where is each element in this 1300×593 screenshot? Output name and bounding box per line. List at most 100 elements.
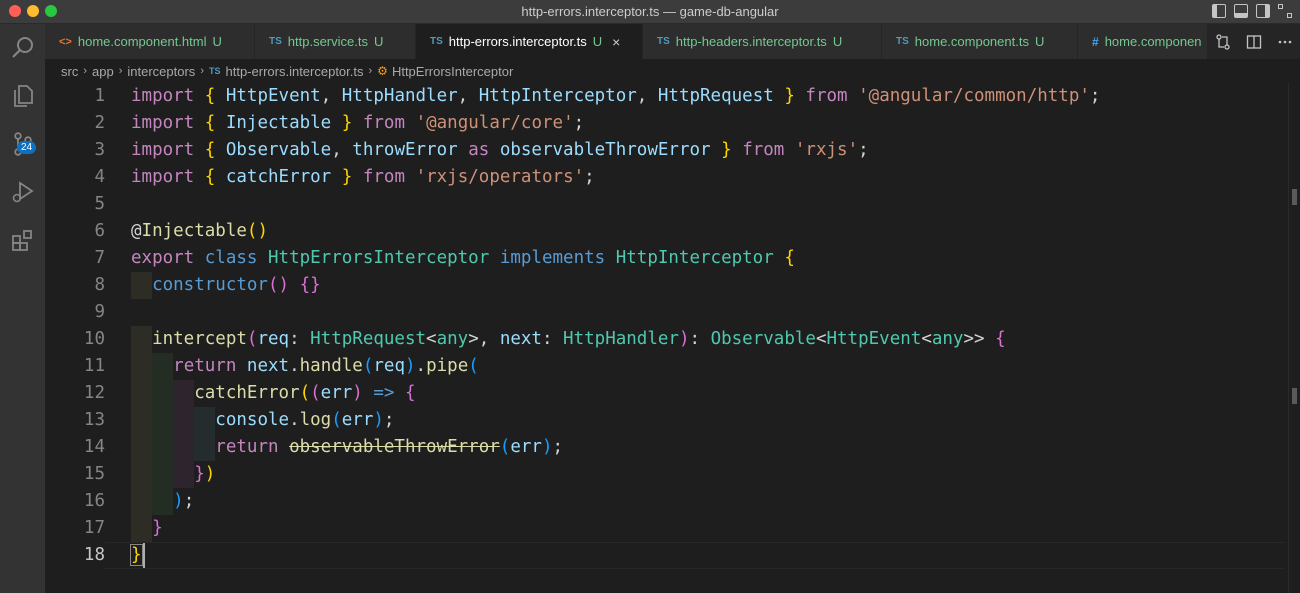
- code-line[interactable]: catchError((err) => {: [131, 380, 416, 407]
- code-token: .: [289, 410, 300, 430]
- line-number: 18: [83, 545, 105, 565]
- code-token: export: [131, 248, 195, 268]
- code-line[interactable]: console.log(err);: [131, 407, 394, 434]
- code-token: implements: [499, 248, 606, 268]
- code-token: {: [204, 167, 216, 187]
- toggle-panel-icon[interactable]: [1234, 4, 1248, 18]
- compare-changes-icon[interactable]: [1215, 33, 1231, 50]
- code-token: Observable: [225, 140, 332, 160]
- code-token: (: [468, 356, 479, 376]
- line-number: 9: [94, 302, 105, 322]
- toggle-primary-sidebar-icon[interactable]: [1212, 4, 1226, 18]
- code-line[interactable]: intercept(req: HttpRequest<any>, next: H…: [131, 326, 1006, 353]
- code-line[interactable]: import { Injectable } from '@angular/cor…: [131, 110, 584, 137]
- code-editor[interactable]: 1 2 3 4 5 6 7 8 9 10 11 12 13 14 15 16 17 18 import { Htt…: [45, 83, 1288, 593]
- explorer-search-item[interactable]: [0, 24, 45, 72]
- code-line[interactable]: import { catchError } from 'rxjs/operato…: [131, 164, 595, 191]
- code-line[interactable]: import { HttpEvent, HttpHandler, HttpInt…: [131, 83, 1100, 110]
- code-token: from: [805, 86, 848, 106]
- code-token: (: [331, 410, 342, 430]
- chevron-right-icon: ›: [200, 65, 204, 77]
- code-line[interactable]: @Injectable(): [131, 218, 268, 245]
- breadcrumb-item-file[interactable]: http-errors.interceptor.ts: [226, 64, 364, 79]
- code-token: throwError: [352, 140, 458, 160]
- tab-label: home.componen: [1104, 34, 1202, 49]
- text-cursor: [142, 543, 145, 568]
- code-token: pipe: [426, 356, 469, 376]
- code-line[interactable]: }: [131, 515, 163, 542]
- code-line[interactable]: constructor() {}: [131, 272, 321, 299]
- breadcrumb-item-class[interactable]: HttpErrorsInterceptor: [392, 64, 513, 79]
- code-token: >>: [963, 329, 996, 349]
- customize-layout-icon[interactable]: [1278, 4, 1292, 18]
- code-line[interactable]: );: [131, 488, 194, 515]
- code-token: req: [257, 329, 290, 349]
- activity-bar: 24: [0, 24, 45, 593]
- extensions-item[interactable]: [0, 216, 45, 264]
- tab-http-headers-interceptor-ts[interactable]: TS http-headers.interceptor.ts U: [643, 24, 882, 59]
- tab-home-component-css[interactable]: # home.componen: [1078, 24, 1208, 59]
- run-debug-item[interactable]: [0, 168, 45, 216]
- code-token: Observable: [710, 329, 816, 349]
- code-token: '@angular/core': [415, 113, 574, 133]
- code-token: {: [204, 113, 216, 133]
- breadcrumb: src › app › interceptors › TS http-error…: [45, 59, 1300, 83]
- tab-home-component-ts[interactable]: TS home.component.ts U: [882, 24, 1078, 59]
- code-token: <: [815, 329, 827, 349]
- code-line[interactable]: return observableThrowError(err);: [131, 434, 563, 461]
- code-token: (: [310, 383, 321, 403]
- line-number: 17: [83, 518, 105, 538]
- breadcrumb-item-src[interactable]: src: [61, 64, 78, 79]
- tab-label: home.component.ts: [914, 34, 1029, 49]
- code-token: =>: [373, 383, 395, 403]
- vertical-scrollbar[interactable]: [1288, 83, 1300, 593]
- code-line[interactable]: import { Observable, throwError as obser…: [131, 137, 869, 164]
- close-tab-icon[interactable]: ×: [612, 34, 620, 50]
- breadcrumb-item-interceptors[interactable]: interceptors: [127, 64, 195, 79]
- code-token: ): [373, 410, 384, 430]
- code-token: from: [742, 140, 785, 160]
- code-token: ): [678, 329, 690, 349]
- typescript-file-icon: TS: [896, 36, 909, 47]
- breadcrumb-item-app[interactable]: app: [92, 64, 114, 79]
- code-token: ;: [573, 113, 585, 133]
- code-line[interactable]: }: [130, 542, 143, 569]
- line-number: 16: [83, 491, 105, 511]
- more-actions-icon[interactable]: [1277, 34, 1293, 50]
- toggle-secondary-sidebar-icon[interactable]: [1256, 4, 1270, 18]
- code-line[interactable]: export class HttpErrorsInterceptor imple…: [131, 245, 795, 272]
- explorer-item[interactable]: [0, 72, 45, 120]
- code-line[interactable]: return next.handle(req).pipe(: [131, 353, 479, 380]
- code-token: observableThrowError: [499, 140, 711, 160]
- code-token: }: [341, 113, 353, 133]
- line-number: 10: [83, 329, 105, 349]
- split-editor-icon[interactable]: [1246, 34, 1262, 50]
- source-control-item[interactable]: 24: [0, 120, 45, 168]
- code-token: observableThrowError: [289, 437, 500, 457]
- tab-http-service-ts[interactable]: TS http.service.ts U: [255, 24, 416, 59]
- tab-http-errors-interceptor-ts[interactable]: TS http-errors.interceptor.ts U ×: [416, 24, 643, 59]
- code-token: }: [194, 464, 205, 484]
- tab-home-component-html[interactable]: <> home.component.html U: [45, 24, 255, 59]
- code-token: {: [204, 86, 216, 106]
- code-token: import: [131, 140, 195, 160]
- code-line[interactable]: }): [131, 461, 215, 488]
